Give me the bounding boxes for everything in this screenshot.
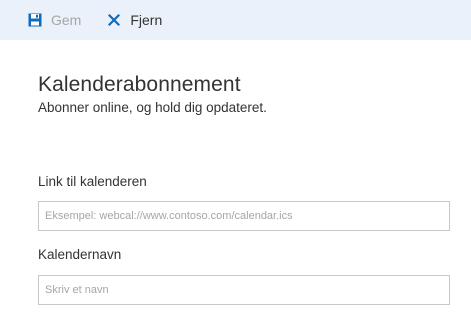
remove-button[interactable]: Fjern bbox=[106, 0, 162, 40]
calendar-name-label: Kalendernavn bbox=[38, 247, 122, 262]
page-title: Kalenderabonnement bbox=[38, 73, 241, 96]
calendar-name-input[interactable] bbox=[38, 275, 450, 305]
x-close-icon bbox=[106, 12, 122, 28]
floppy-disk-icon bbox=[27, 12, 43, 28]
page-header: Kalenderabonnement Abonner online, og ho… bbox=[38, 72, 450, 117]
calendar-link-label: Link til kalenderen bbox=[38, 174, 147, 189]
command-bar: Gem Fjern bbox=[0, 0, 471, 40]
calendar-link-input[interactable] bbox=[38, 201, 450, 231]
page-subtitle: Abonner online, og hold dig opdateret. bbox=[38, 100, 267, 115]
remove-button-label: Fjern bbox=[130, 12, 163, 28]
save-button[interactable]: Gem bbox=[27, 0, 81, 40]
save-button-label: Gem bbox=[51, 12, 82, 28]
